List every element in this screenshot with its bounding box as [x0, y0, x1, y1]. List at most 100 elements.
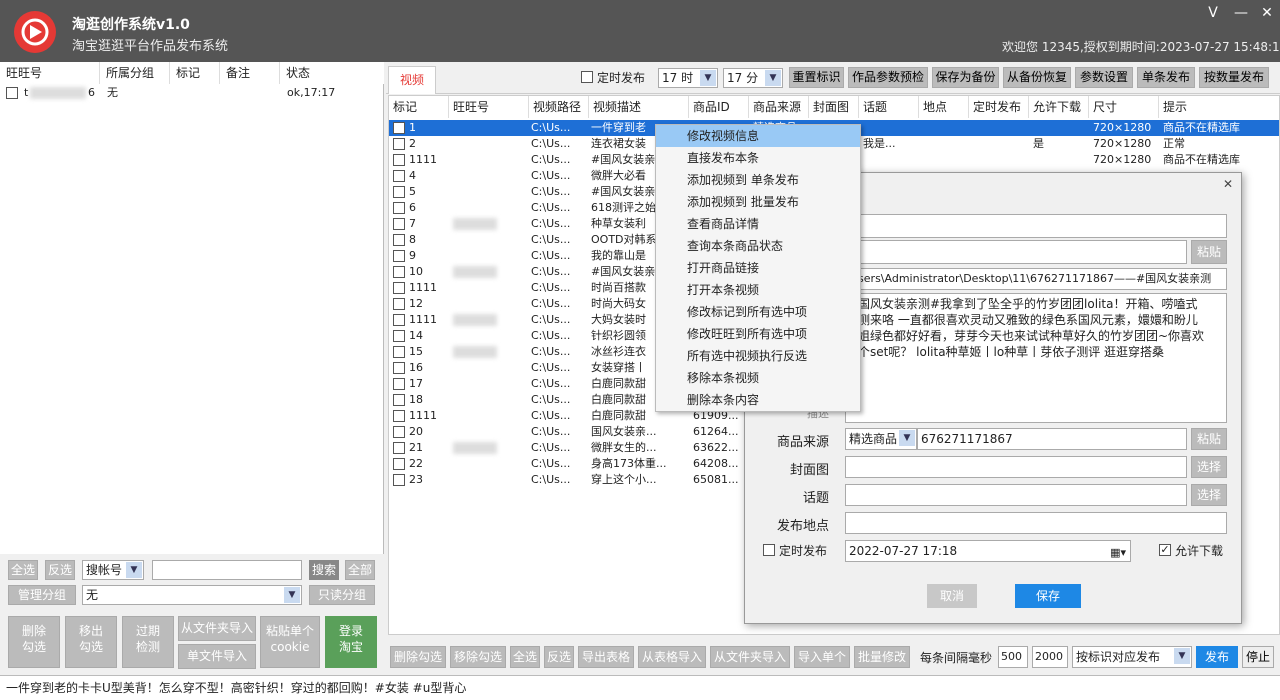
context-menu-item[interactable]: 修改标记到所有选中项 — [656, 301, 860, 323]
publish-mode-select[interactable]: 按标识对应发布 ▼ — [1072, 646, 1192, 668]
minimize-icon[interactable]: V — [1200, 4, 1226, 22]
batch-edit-button[interactable]: 批量修改 — [854, 646, 910, 668]
context-menu-item[interactable]: 删除本条内容 — [656, 389, 860, 411]
bottom-remove-checked-button[interactable]: 移除勾选 — [450, 646, 506, 668]
param-precheck-button[interactable]: 作品参数预检 — [848, 67, 928, 88]
dialog-wangwang-input[interactable] — [845, 214, 1227, 238]
context-menu-item[interactable]: 修改视频信息 — [656, 125, 860, 147]
reset-mark-button[interactable]: 重置标识 — [789, 67, 844, 88]
col-header-mark[interactable]: 标记 — [170, 62, 220, 84]
select-all-button[interactable]: 全选 — [8, 560, 38, 580]
row-checkbox[interactable] — [393, 458, 405, 470]
context-menu-item[interactable]: 所有选中视频执行反选 — [656, 345, 860, 367]
row-checkbox[interactable] — [393, 346, 405, 358]
dialog-description-textarea[interactable]: 国风女装亲测#我拿到了坠全乎的竹岁团团lolita！开箱、唠嗑式测来咯 一直都很… — [845, 293, 1227, 423]
expire-check-button[interactable]: 过期检测 — [122, 616, 174, 668]
row-checkbox[interactable] — [393, 122, 405, 134]
delete-checked-button[interactable]: 删除勾选 — [8, 616, 60, 668]
row-checkbox[interactable] — [393, 154, 405, 166]
col-header-group[interactable]: 所属分组 — [100, 62, 170, 84]
bottom-invert-button[interactable]: 反选 — [544, 646, 574, 668]
search-button[interactable]: 搜索 — [309, 560, 339, 580]
search-type-select[interactable]: 搜帐号 ▼ — [82, 560, 144, 580]
col-header-note[interactable]: 备注 — [220, 62, 280, 84]
dialog-cover-input[interactable] — [845, 456, 1187, 478]
remove-checked-button[interactable]: 移出勾选 — [65, 616, 117, 668]
row-checkbox[interactable] — [393, 138, 405, 150]
stop-button[interactable]: 停止 — [1242, 646, 1274, 668]
grid-header-pid[interactable]: 商品ID — [689, 96, 749, 118]
row-checkbox[interactable] — [393, 282, 405, 294]
show-all-button[interactable]: 全部 — [345, 560, 375, 580]
readonly-group-button[interactable]: 只读分组 — [309, 585, 375, 605]
row-checkbox[interactable] — [393, 250, 405, 262]
search-input[interactable] — [152, 560, 302, 580]
grid-header-tip[interactable]: 提示 — [1159, 96, 1279, 118]
dialog-choose-cover-button[interactable]: 选择 — [1191, 456, 1227, 478]
dialog-cancel-button[interactable]: 取消 — [927, 584, 977, 608]
account-row[interactable]: t 6 无 ok,17:17 — [0, 84, 384, 102]
row-checkbox[interactable] — [393, 186, 405, 198]
dialog-video-path-input[interactable] — [845, 240, 1187, 264]
group-select[interactable]: 无 ▼ — [82, 585, 302, 605]
import-single-file-button[interactable]: 单文件导入 — [178, 644, 256, 669]
maximize-icon[interactable]: — — [1228, 4, 1254, 22]
row-checkbox[interactable] — [393, 426, 405, 438]
dialog-product-id-input[interactable]: 676271171867 — [917, 428, 1187, 450]
grid-header-wangwang[interactable]: 旺旺号 — [449, 96, 529, 118]
grid-header-download[interactable]: 允许下载 — [1029, 96, 1089, 118]
grid-header-location[interactable]: 地点 — [919, 96, 969, 118]
account-row-checkbox[interactable] — [6, 87, 18, 99]
bottom-delete-checked-button[interactable]: 删除勾选 — [390, 646, 446, 668]
grid-header-size[interactable]: 尺寸 — [1089, 96, 1159, 118]
context-menu-item[interactable]: 直接发布本条 — [656, 147, 860, 169]
import-table-button[interactable]: 从表格导入 — [638, 646, 706, 668]
context-menu-item[interactable]: 添加视频到 批量发布 — [656, 191, 860, 213]
context-menu-item[interactable]: 查询本条商品状态 — [656, 235, 860, 257]
import-single-button[interactable]: 导入单个 — [794, 646, 850, 668]
dialog-allow-download-checkbox[interactable]: ✓ — [1159, 544, 1171, 556]
tab-video[interactable]: 视频 — [388, 66, 436, 94]
grid-header-timed[interactable]: 定时发布 — [969, 96, 1029, 118]
grid-header-path[interactable]: 视频路径 — [529, 96, 589, 118]
context-menu-item[interactable]: 打开本条视频 — [656, 279, 860, 301]
interval-min-input[interactable]: 500 — [998, 646, 1028, 668]
row-checkbox[interactable] — [393, 218, 405, 230]
grid-header-source[interactable]: 商品来源 — [749, 96, 809, 118]
col-header-status[interactable]: 状态 — [280, 62, 384, 84]
context-menu-item[interactable]: 修改旺旺到所有选中项 — [656, 323, 860, 345]
grid-header-mark[interactable]: 标记 — [389, 96, 449, 118]
row-checkbox[interactable] — [393, 314, 405, 326]
row-checkbox[interactable] — [393, 410, 405, 422]
row-checkbox[interactable] — [393, 298, 405, 310]
login-taobao-button[interactable]: 登录淘宝 — [325, 616, 377, 668]
col-header-wangwang[interactable]: 旺旺号 — [0, 62, 100, 84]
dialog-datetime-picker[interactable]: 2022-07-27 17:18 ▦▾ — [845, 540, 1131, 562]
restore-backup-button[interactable]: 从备份恢复 — [1003, 67, 1071, 88]
save-backup-button[interactable]: 保存为备份 — [932, 67, 999, 88]
row-checkbox[interactable] — [393, 202, 405, 214]
close-icon[interactable]: ✕ — [1254, 4, 1280, 22]
row-checkbox[interactable] — [393, 378, 405, 390]
dialog-paste-path-button[interactable]: 粘贴 — [1191, 240, 1227, 264]
bottom-select-all-button[interactable]: 全选 — [510, 646, 540, 668]
paste-cookie-button[interactable]: 粘贴单个cookie — [260, 616, 320, 668]
import-from-folder-button[interactable]: 从文件夹导入 — [178, 616, 256, 641]
dialog-topic-input[interactable] — [845, 484, 1187, 506]
row-checkbox[interactable] — [393, 362, 405, 374]
dialog-source-select[interactable]: 精选商品 ▼ — [845, 428, 917, 450]
timed-publish-checkbox[interactable] — [581, 71, 593, 83]
hour-select[interactable]: 17 时 ▼ — [658, 68, 718, 88]
dialog-paste-pid-button[interactable]: 粘贴 — [1191, 428, 1227, 450]
row-checkbox[interactable] — [393, 266, 405, 278]
dialog-timed-checkbox[interactable] — [763, 544, 775, 556]
row-checkbox[interactable] — [393, 442, 405, 454]
publish-button[interactable]: 发布 — [1196, 646, 1238, 668]
dialog-choose-topic-button[interactable]: 选择 — [1191, 484, 1227, 506]
batch-publish-button[interactable]: 按数量发布 — [1199, 67, 1269, 88]
bottom-import-folder-button[interactable]: 从文件夹导入 — [710, 646, 790, 668]
context-menu-item[interactable]: 打开商品链接 — [656, 257, 860, 279]
dialog-location-input[interactable] — [845, 512, 1227, 534]
invert-button[interactable]: 反选 — [45, 560, 75, 580]
manage-group-button[interactable]: 管理分组 — [8, 585, 76, 605]
